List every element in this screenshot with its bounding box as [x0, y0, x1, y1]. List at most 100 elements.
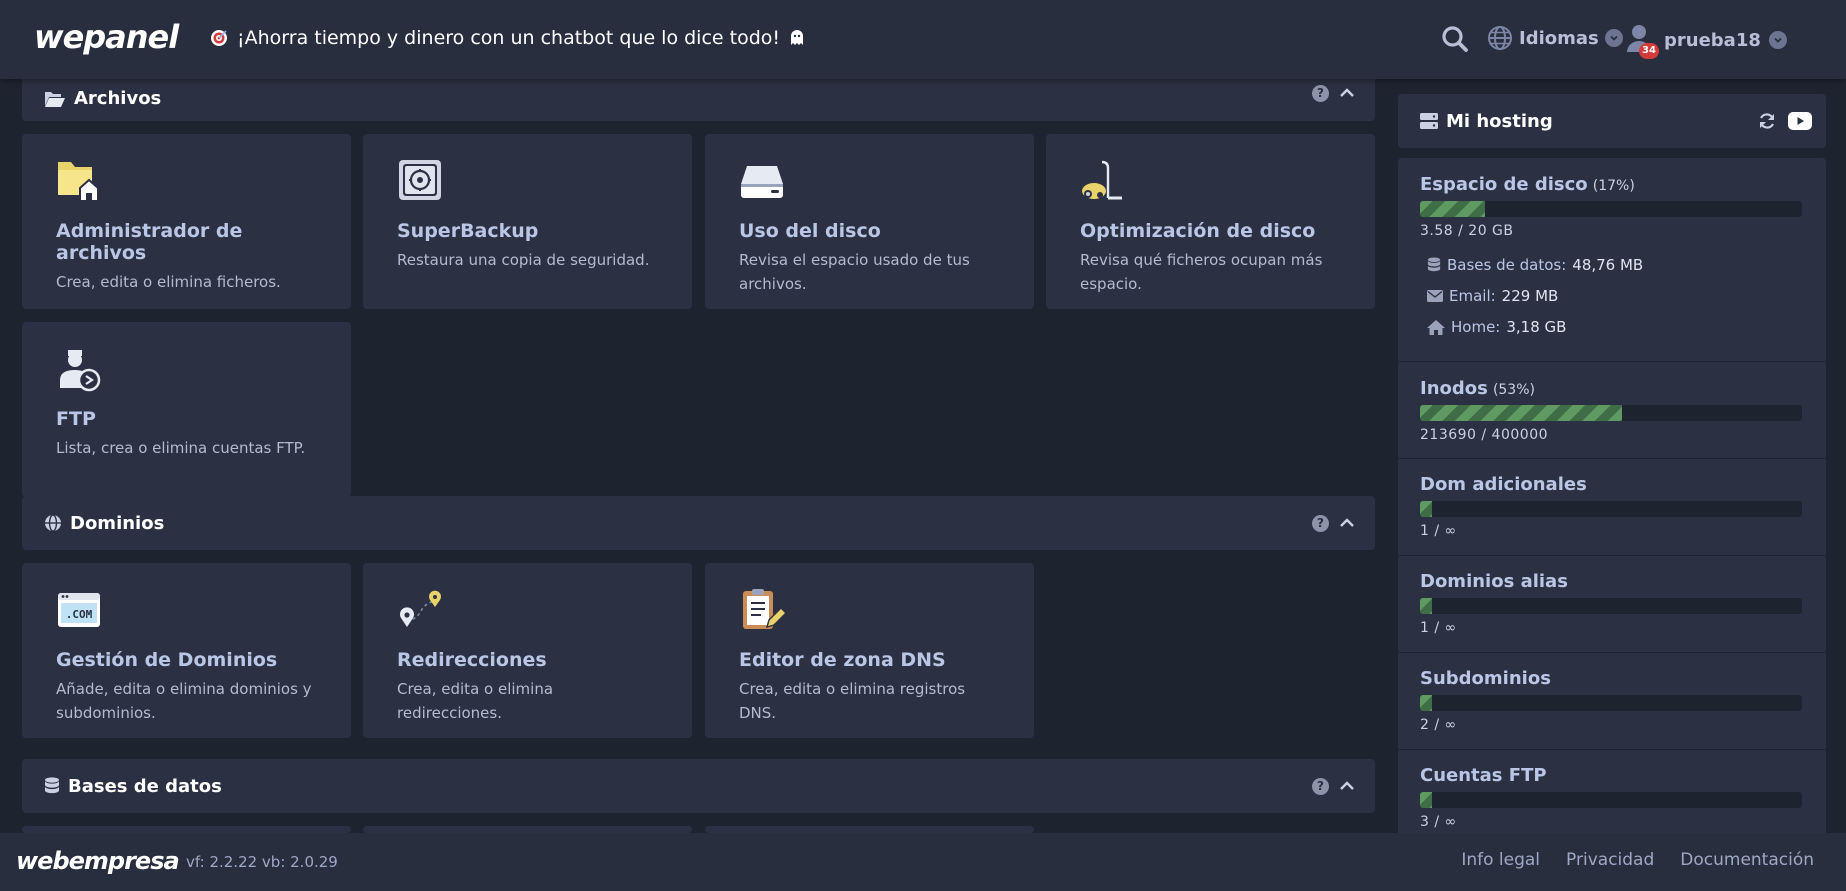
main-content: Archivos ? Administrador de archivos Cre… — [22, 0, 1375, 833]
breakdown-value: 48,76 MB — [1572, 256, 1644, 274]
metric-value: 1 / ∞ — [1420, 523, 1457, 539]
card-title: Administrador de archivos — [56, 220, 243, 264]
usage-bar — [1420, 405, 1802, 421]
metric-value: 2 / ∞ — [1420, 717, 1457, 733]
card-title: Uso del disco — [739, 220, 881, 242]
card-administrador-archivos[interactable]: Administrador de archivos Crea, edita o … — [22, 134, 351, 309]
disk-breakdown-email: Email: 229 MB — [1427, 287, 1558, 305]
usage-bar-fill — [1420, 201, 1485, 217]
card-description: Añade, edita o elimina dominios y subdom… — [56, 680, 312, 722]
user-menu[interactable]: 34 prueba18 — [1626, 23, 1787, 59]
usage-bar-fill — [1420, 501, 1432, 517]
usage-bar — [1420, 792, 1802, 808]
help-icon[interactable]: ? — [1312, 84, 1329, 102]
card-description: Revisa el espacio usado de tus archivos. — [739, 251, 970, 293]
wepanel-logo[interactable]: wepanel — [34, 18, 179, 56]
ghost-icon — [791, 30, 804, 45]
metric-name: Dominios alias — [1420, 571, 1568, 592]
version-info: vf: 2.2.22 vb: 2.0.29 — [186, 853, 338, 871]
card-title: Editor de zona DNS — [739, 649, 946, 671]
metric-inodos: Inodos (53%) 213690 / 400000 — [1398, 378, 1826, 443]
card-ftp[interactable]: FTP Lista, crea o elimina cuentas FTP. — [22, 322, 351, 497]
chevron-up-icon[interactable] — [1339, 780, 1355, 792]
card-partial[interactable] — [22, 826, 351, 833]
section-title: Archivos — [74, 88, 162, 109]
database-icon — [45, 777, 59, 794]
section-header-bases-datos[interactable]: Bases de datos ? — [22, 759, 1375, 813]
promo-banner[interactable]: ¡Ahorra tiempo y dinero con un chatbot q… — [209, 27, 806, 49]
promo-text[interactable]: ¡Ahorra tiempo y dinero con un chatbot q… — [237, 27, 780, 49]
metric-dominios-alias: Dominios alias 1 / ∞ — [1398, 571, 1826, 636]
breakdown-value: 3,18 GB — [1506, 318, 1567, 336]
disk-breakdown-databases: Bases de datos: 48,76 MB — [1427, 256, 1643, 274]
youtube-button[interactable] — [1788, 112, 1812, 130]
chevron-down-icon — [1604, 29, 1623, 47]
metric-subdominios: Subdominios 2 / ∞ — [1398, 668, 1826, 733]
usage-bar — [1420, 695, 1802, 711]
metric-percent: (17%) — [1592, 178, 1635, 194]
refresh-button[interactable] — [1758, 112, 1776, 130]
metric-name: Cuentas FTP — [1420, 765, 1547, 786]
card-uso-disco[interactable]: Uso del disco Revisa el espacio usado de… — [705, 134, 1034, 309]
help-icon[interactable]: ? — [1312, 777, 1329, 795]
hosting-usage-panel: Espacio de disco (17%) 3.58 / 20 GB Base… — [1398, 158, 1826, 833]
usage-bar-fill — [1420, 598, 1432, 614]
clipboard-pencil-icon — [743, 589, 787, 629]
link-documentacion[interactable]: Documentación — [1680, 850, 1814, 870]
mi-hosting-header: Mi hosting — [1398, 94, 1826, 148]
card-description: Crea, edita o elimina redirecciones. — [397, 680, 554, 722]
metric-cuentas-ftp: Cuentas FTP 3 / ∞ — [1398, 765, 1826, 830]
chevron-up-icon[interactable] — [1339, 87, 1355, 99]
card-description: Lista, crea o elimina cuentas FTP. — [56, 439, 306, 457]
usage-bar — [1420, 201, 1802, 217]
language-selector[interactable]: Idiomas — [1487, 25, 1623, 51]
link-info-legal[interactable]: Info legal — [1461, 850, 1540, 870]
youtube-icon — [1788, 112, 1812, 130]
search-button[interactable] — [1441, 25, 1469, 57]
top-header: wepanel ¡Ahorra tiempo y dinero con un c… — [0, 0, 1846, 79]
home-icon — [1427, 319, 1445, 335]
card-redirecciones[interactable]: Redirecciones Crea, edita o elimina redi… — [363, 563, 692, 738]
globe-icon — [45, 514, 61, 532]
username: prueba18 — [1664, 29, 1761, 51]
sidebar-title: Mi hosting — [1446, 110, 1553, 132]
metric-name: Inodos — [1420, 378, 1488, 399]
database-icon — [1427, 257, 1441, 272]
hard-drive-icon — [741, 166, 783, 198]
card-superbackup[interactable]: SuperBackup Restaura una copia de seguri… — [363, 134, 692, 309]
divider — [1398, 652, 1826, 653]
card-title: FTP — [56, 408, 96, 430]
folder-open-icon — [45, 91, 65, 107]
chevron-up-icon[interactable] — [1339, 517, 1355, 529]
card-title: Optimización de disco — [1080, 220, 1316, 242]
route-pins-icon — [400, 590, 441, 627]
card-description: Crea, edita o elimina ficheros. — [56, 273, 281, 291]
divider — [1398, 458, 1826, 459]
card-title: SuperBackup — [397, 220, 539, 242]
metric-name: Subdominios — [1420, 668, 1551, 689]
metric-disk: Espacio de disco (17%) 3.58 / 20 GB — [1398, 174, 1826, 239]
card-partial[interactable] — [705, 826, 1034, 833]
section-header-dominios[interactable]: Dominios ? — [22, 496, 1375, 550]
link-privacidad[interactable]: Privacidad — [1566, 850, 1654, 870]
section-title: Bases de datos — [68, 775, 222, 797]
metric-name: Espacio de disco — [1420, 174, 1588, 195]
card-gestion-dominios[interactable]: .COM Gestión de Dominios Añade, edita o … — [22, 563, 351, 738]
globe-icon — [1488, 26, 1512, 50]
card-optimizacion-disco[interactable]: Optimización de disco Revisa qué fichero… — [1046, 134, 1375, 309]
metric-value: 1 / ∞ — [1420, 620, 1457, 636]
card-description: Restaura una copia de seguridad. — [397, 251, 650, 269]
breakdown-label: Home: — [1451, 318, 1501, 336]
help-icon[interactable]: ? — [1312, 514, 1329, 532]
breakdown-value: 229 MB — [1501, 287, 1559, 305]
language-label: Idiomas — [1519, 27, 1599, 49]
divider — [1398, 361, 1826, 362]
card-editor-dns[interactable]: Editor de zona DNS Crea, edita o elimina… — [705, 563, 1034, 738]
chevron-down-icon — [1768, 31, 1787, 49]
folder-home-icon — [58, 162, 99, 202]
card-partial[interactable] — [363, 826, 692, 833]
card-description: Revisa qué ficheros ocupan más espacio. — [1080, 251, 1323, 293]
svg-text:.COM: .COM — [66, 608, 93, 621]
webempresa-logo[interactable]: webempresa — [16, 847, 180, 875]
vacuum-icon — [1082, 160, 1122, 200]
